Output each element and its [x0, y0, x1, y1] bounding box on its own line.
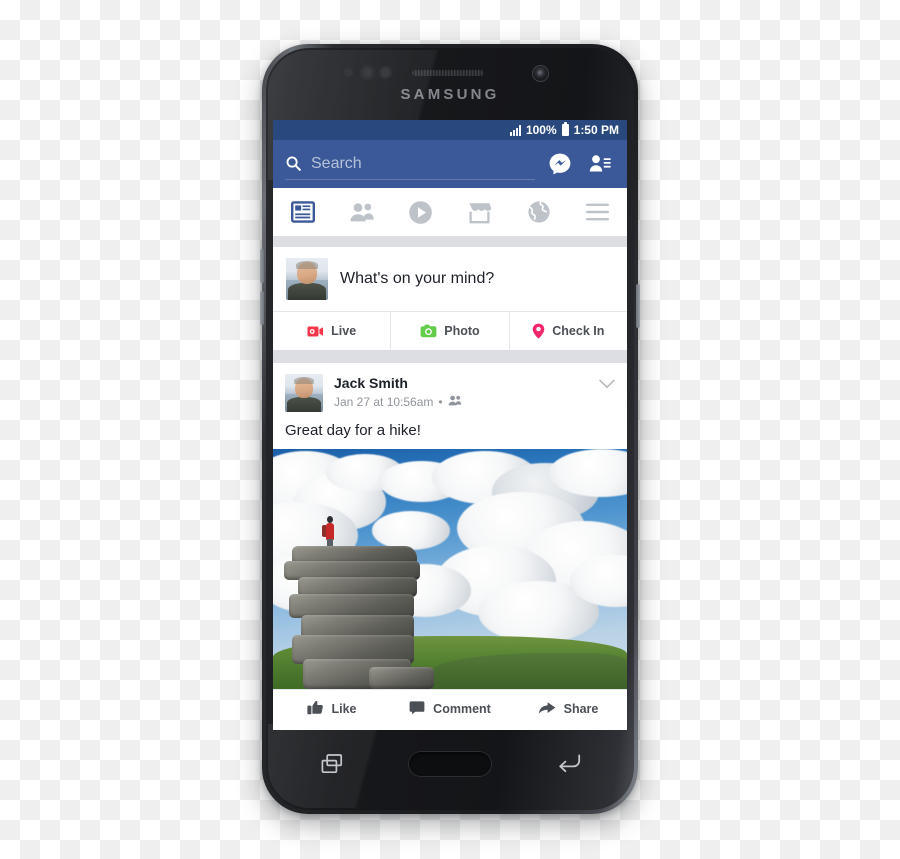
samsung-phone-device: SAMSUNG 100% 1:50 PM Search What's on yo…: [260, 44, 640, 814]
comment-label: Comment: [433, 702, 491, 716]
volume-down-button[interactable]: [260, 291, 264, 325]
sidebar-item-watch[interactable]: [391, 188, 450, 236]
signal-bars-icon: [509, 124, 521, 136]
back-arrow-icon: [559, 754, 581, 773]
volume-up-button[interactable]: [260, 249, 264, 283]
sidebar-item-notifications[interactable]: [509, 188, 568, 236]
check-in-button[interactable]: Check In: [508, 312, 627, 350]
composer-prompt-label: What's on your mind?: [340, 270, 495, 287]
iris-sensor-icon: [379, 66, 392, 79]
post-photo[interactable]: [273, 449, 627, 689]
phone-screen: 100% 1:50 PM Search What's on your mind?…: [273, 120, 627, 730]
sidebar-item-menu[interactable]: [568, 188, 627, 236]
photo-button[interactable]: Photo: [390, 312, 508, 350]
sidebar-item-news-feed[interactable]: [273, 188, 332, 236]
photo-camera-icon: [420, 324, 437, 338]
post-separator-dot: •: [438, 394, 443, 409]
news-feed-icon: [290, 201, 315, 223]
avatar[interactable]: [286, 258, 328, 300]
rock-tor: [283, 515, 434, 689]
facebook-top-bar: [273, 140, 627, 188]
comment-bubble-icon: [409, 700, 425, 718]
android-navigation-bar: [273, 734, 627, 794]
live-label: Live: [331, 324, 357, 338]
feed-separator-top: [273, 237, 627, 247]
proximity-sensor-icon: [344, 68, 353, 77]
post-timestamp[interactable]: Jan 27 at 10:56am: [334, 395, 433, 409]
front-camera-icon: [532, 65, 549, 82]
avatar[interactable]: [285, 374, 323, 412]
brand-logo: SAMSUNG: [400, 86, 500, 103]
post-author-name[interactable]: Jack Smith: [334, 375, 462, 392]
sidebar-item-marketplace[interactable]: [450, 188, 509, 236]
facebook-nav-tabs: [273, 188, 627, 237]
feed-post: Jack Smith Jan 27 at 10:56am • Great day…: [273, 363, 627, 728]
share-arrow-icon: [538, 701, 556, 718]
clock-label: 1:50 PM: [573, 123, 619, 137]
like-button[interactable]: Like: [273, 690, 391, 728]
recent-apps-key[interactable]: [273, 753, 391, 775]
search-icon: [285, 155, 302, 172]
post-meta: Jack Smith Jan 27 at 10:56am •: [334, 374, 462, 409]
chevron-down-icon: [599, 376, 615, 394]
light-sensor-icon: [360, 65, 375, 80]
play-video-icon: [409, 200, 432, 224]
post-options-button[interactable]: [597, 375, 617, 395]
thumbs-up-icon: [307, 700, 324, 718]
hamburger-menu-icon: [586, 203, 609, 221]
earpiece-speaker: [412, 69, 484, 76]
post-action-bar: Like Comment Share: [273, 689, 627, 728]
search-input[interactable]: [311, 154, 535, 173]
battery-full-icon: [561, 122, 569, 136]
composer-prompt-row[interactable]: What's on your mind?: [273, 247, 627, 311]
share-button[interactable]: Share: [509, 690, 627, 728]
hiker-head: [326, 515, 333, 523]
post-body-text: Great day for a hike!: [285, 422, 421, 439]
power-button[interactable]: [636, 284, 640, 328]
sidebar-item-friends[interactable]: [332, 188, 391, 236]
post-header: Jack Smith Jan 27 at 10:56am •: [273, 363, 627, 420]
back-key[interactable]: [509, 754, 627, 774]
share-label: Share: [563, 702, 599, 716]
friend-requests-icon[interactable]: [585, 149, 615, 179]
post-subtitle: Jan 27 at 10:56am •: [334, 395, 462, 409]
search-bar[interactable]: [285, 149, 535, 180]
recent-apps-icon: [321, 754, 343, 774]
comment-button[interactable]: Comment: [391, 690, 509, 728]
photo-label: Photo: [444, 324, 480, 338]
check-in-label: Check In: [552, 324, 605, 338]
composer-action-bar: Live Photo Check In: [273, 311, 627, 350]
home-key[interactable]: [391, 751, 509, 777]
feed-separator-post: [273, 350, 627, 363]
status-composer: What's on your mind? Live Photo Check In: [273, 247, 627, 350]
like-label: Like: [331, 702, 357, 716]
hiker-red-jacket: [326, 522, 334, 541]
battery-percent-label: 100%: [525, 123, 557, 137]
marketplace-store-icon: [469, 202, 492, 223]
android-status-bar: 100% 1:50 PM: [273, 120, 627, 140]
globe-notifications-icon: [527, 201, 550, 223]
messenger-icon[interactable]: [545, 149, 575, 179]
screenshot-stage: SAMSUNG 100% 1:50 PM Search What's on yo…: [0, 0, 900, 859]
friends-icon: [349, 203, 374, 222]
location-pin-icon: [532, 323, 545, 339]
friends-audience-icon[interactable]: [448, 395, 462, 409]
live-video-icon: [307, 325, 324, 338]
live-button[interactable]: Live: [273, 312, 390, 350]
